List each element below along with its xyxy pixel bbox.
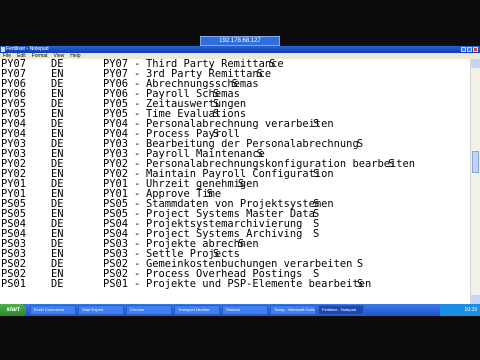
line-flag: S bbox=[356, 278, 364, 290]
window-title: Fertiliser - Notepad bbox=[6, 46, 49, 52]
taskbar-button[interactable]: Excel Comments bbox=[30, 305, 76, 315]
line-flag: S bbox=[313, 228, 320, 240]
scroll-thumb[interactable] bbox=[472, 151, 479, 173]
line-flag: S bbox=[356, 258, 364, 270]
line-code-repeat: PS01 bbox=[103, 278, 129, 290]
taskbar-button[interactable]: Outlook bbox=[222, 305, 268, 315]
system-clock: 10:33 bbox=[440, 304, 480, 316]
task-list: Excel Comments Start Export Chrome Transpor… bbox=[30, 305, 364, 315]
line-code: PS01 bbox=[1, 278, 27, 290]
taskbar-button[interactable]: Transport Monitor bbox=[174, 305, 220, 315]
line-description: Projekte und PSP-Elemente bearbeiten bbox=[146, 278, 372, 290]
notepad-icon bbox=[1, 47, 5, 52]
taskbar-button[interactable]: Fertiliser - Notepad bbox=[318, 305, 364, 315]
start-button[interactable]: start bbox=[0, 304, 26, 316]
minimize-icon[interactable] bbox=[461, 47, 466, 52]
scroll-up-icon[interactable] bbox=[471, 59, 480, 68]
remote-desktop-screen: 192.178.68.127 Fertiliser - Notepad File… bbox=[0, 0, 480, 360]
remote-session-bar[interactable]: 192.178.68.127 bbox=[200, 36, 280, 46]
notepad-window[interactable]: Fertiliser - Notepad File Edit Format Vi… bbox=[0, 46, 480, 304]
taskbar-button[interactable]: Today - Microsoft Outlook bbox=[270, 305, 316, 315]
line-flag: S bbox=[356, 138, 364, 150]
taskbar-button[interactable]: Chrome bbox=[126, 305, 172, 315]
text-content[interactable]: PY07 DE PY07 Third Party Remittance S - PY07 EN… bbox=[0, 59, 470, 304]
line-flag: S bbox=[388, 158, 395, 170]
taskbar-button[interactable]: Start Export bbox=[78, 305, 124, 315]
scroll-down-icon[interactable] bbox=[471, 295, 480, 304]
line-language: DE bbox=[51, 278, 64, 290]
line-flag: S bbox=[313, 118, 320, 130]
line-flag: S bbox=[237, 178, 245, 190]
window-controls bbox=[461, 47, 478, 52]
line-separator: - bbox=[134, 278, 141, 290]
vertical-scrollbar[interactable] bbox=[470, 59, 480, 304]
maximize-icon[interactable] bbox=[467, 47, 472, 52]
line-flag: S bbox=[313, 168, 320, 180]
taskbar: start Excel Comments Start Export Chrome Tr… bbox=[0, 304, 480, 316]
close-icon[interactable] bbox=[473, 47, 478, 52]
window-titlebar[interactable]: Fertiliser - Notepad bbox=[0, 46, 480, 53]
